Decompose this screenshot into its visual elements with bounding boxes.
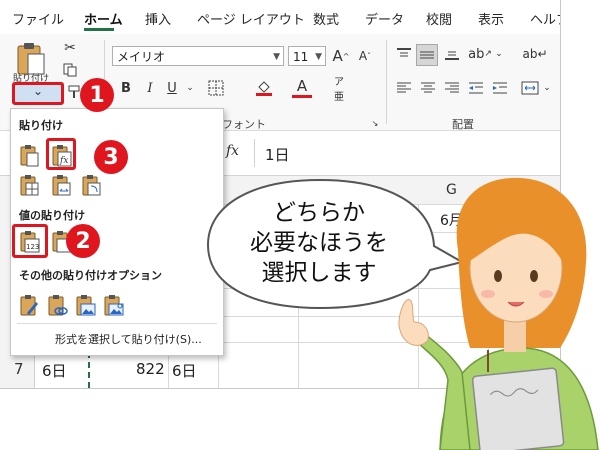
woman-character-illustration	[398, 177, 599, 450]
